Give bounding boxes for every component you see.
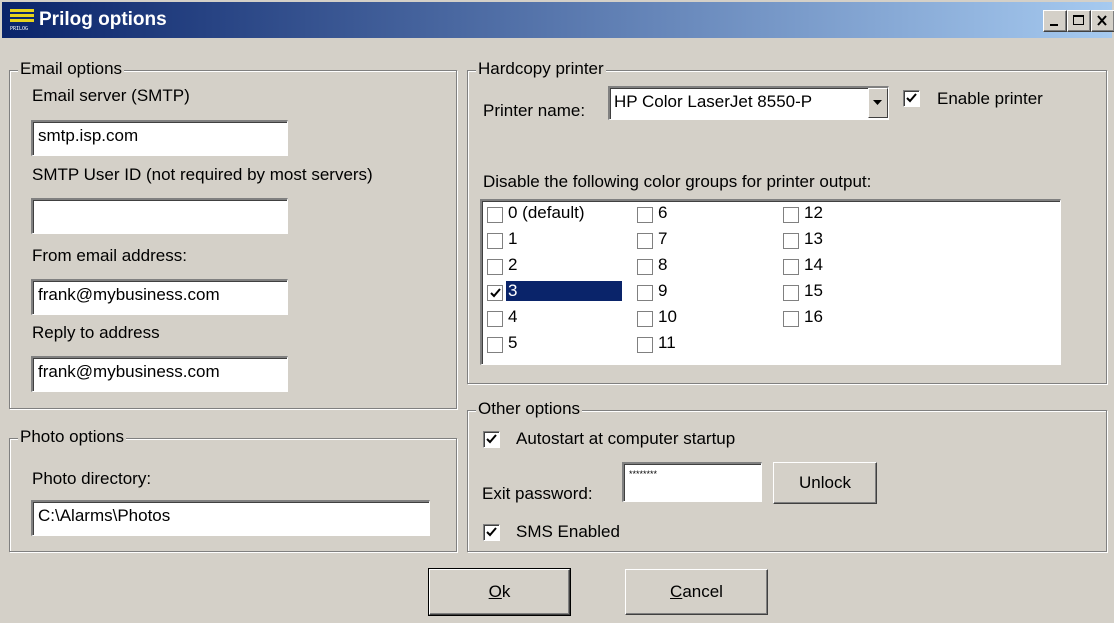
title-bar[interactable]: PRILOG Prilog options [2,2,1114,38]
color-group-checkbox[interactable] [637,233,653,249]
reply-to-label: Reply to address [32,323,160,342]
color-group-label: 0 (default) [508,203,585,222]
color-group-checkbox[interactable] [637,207,653,223]
color-group-label: 16 [804,307,823,326]
color-group-checkbox[interactable] [487,337,503,353]
color-group-label: 9 [658,281,668,300]
cancel-button-label: Cancel [670,582,723,601]
enable-printer-checkbox[interactable] [903,90,920,107]
options-dialog: PRILOG Prilog options Email options Emai… [0,0,1114,623]
sms-enabled-checkbox[interactable] [483,524,500,541]
color-group-label: 10 [658,307,677,326]
color-group-label: 7 [658,229,668,248]
cancel-button[interactable]: Cancel [625,569,768,615]
photo-directory-label: Photo directory: [32,469,152,488]
color-group-label: 1 [508,229,518,248]
color-group-label: 11 [658,333,676,352]
checkmark-icon [486,434,497,444]
enable-printer-label: Enable printer [937,89,1043,108]
color-group-checkbox[interactable] [637,285,653,301]
color-group-label: 5 [508,333,518,352]
color-group-label: 12 [804,203,823,222]
close-icon [1097,15,1107,26]
color-group-label: 13 [804,229,823,248]
app-icon-label: PRILOG [10,26,29,32]
checkmark-icon [486,527,497,537]
chevron-down-icon [873,100,882,105]
ok-button-label: Ok [488,582,511,601]
printer-name-value: HP Color LaserJet 8550-P [614,92,813,111]
color-group-label: 8 [658,255,668,274]
color-group-checkbox[interactable] [783,233,799,249]
color-group-checkbox[interactable] [637,311,653,327]
color-group-checkbox[interactable] [487,207,503,223]
photo-directory-input[interactable]: C:\Alarms\Photos [31,500,430,536]
smtp-user-label: SMTP User ID (not required by most serve… [32,165,373,184]
window-title: Prilog options [39,9,167,30]
ok-button[interactable]: Ok [428,568,571,616]
color-group-checkbox[interactable] [783,285,799,301]
color-group-label: 2 [508,255,518,274]
disable-groups-label: Disable the following color groups for p… [483,172,872,191]
prilog-app-icon[interactable]: PRILOG [10,9,34,32]
color-group-label: 4 [508,307,518,326]
photo-options-legend: Photo options [18,427,126,447]
maximize-button[interactable] [1067,10,1091,32]
color-group-checkbox[interactable] [637,259,653,275]
email-options-legend: Email options [18,59,125,79]
exit-password-label: Exit password: [482,484,593,503]
color-group-checkbox[interactable] [487,259,503,275]
color-group-checkbox[interactable] [783,259,799,275]
smtp-user-input[interactable] [31,198,288,234]
color-group-checkbox[interactable] [783,311,799,327]
printer-name-combobox[interactable]: HP Color LaserJet 8550-P [608,86,889,120]
checkmark-icon [490,288,501,298]
color-group-checkbox[interactable] [637,337,653,353]
minimize-icon [1050,24,1058,26]
email-server-label: Email server (SMTP) [32,86,190,105]
color-group-checkbox[interactable] [487,311,503,327]
sms-enabled-label: SMS Enabled [516,522,620,541]
autostart-checkbox[interactable] [483,431,500,448]
close-button[interactable] [1091,10,1114,32]
color-group-label: 15 [804,281,823,300]
dropdown-button[interactable] [868,88,888,118]
color-groups-listbox[interactable]: 0 (default) 1 2 3 4 5 6 7 8 9 10 11 12 13 14 15 16 [480,199,1061,365]
color-group-label: 14 [804,255,823,274]
hardcopy-printer-legend: Hardcopy printer [476,59,606,79]
color-group-label: 3 [506,281,622,301]
maximize-icon [1073,15,1084,25]
minimize-button[interactable] [1043,10,1067,32]
exit-password-input[interactable]: ******** [622,462,762,502]
from-email-label: From email address: [32,246,187,265]
other-options-legend: Other options [476,399,583,419]
unlock-button[interactable]: Unlock [773,462,877,504]
autostart-label: Autostart at computer startup [516,429,736,448]
checkmark-icon [906,93,917,103]
color-group-label: 6 [658,203,668,222]
reply-to-input[interactable]: frank@mybusiness.com [31,356,288,392]
printer-name-label: Printer name: [483,101,586,120]
color-group-checkbox[interactable] [487,285,503,301]
color-group-checkbox[interactable] [783,207,799,223]
email-server-input[interactable]: smtp.isp.com [31,120,288,156]
unlock-button-label: Unlock [799,473,851,492]
from-email-input[interactable]: frank@mybusiness.com [31,279,288,315]
color-group-checkbox[interactable] [487,233,503,249]
